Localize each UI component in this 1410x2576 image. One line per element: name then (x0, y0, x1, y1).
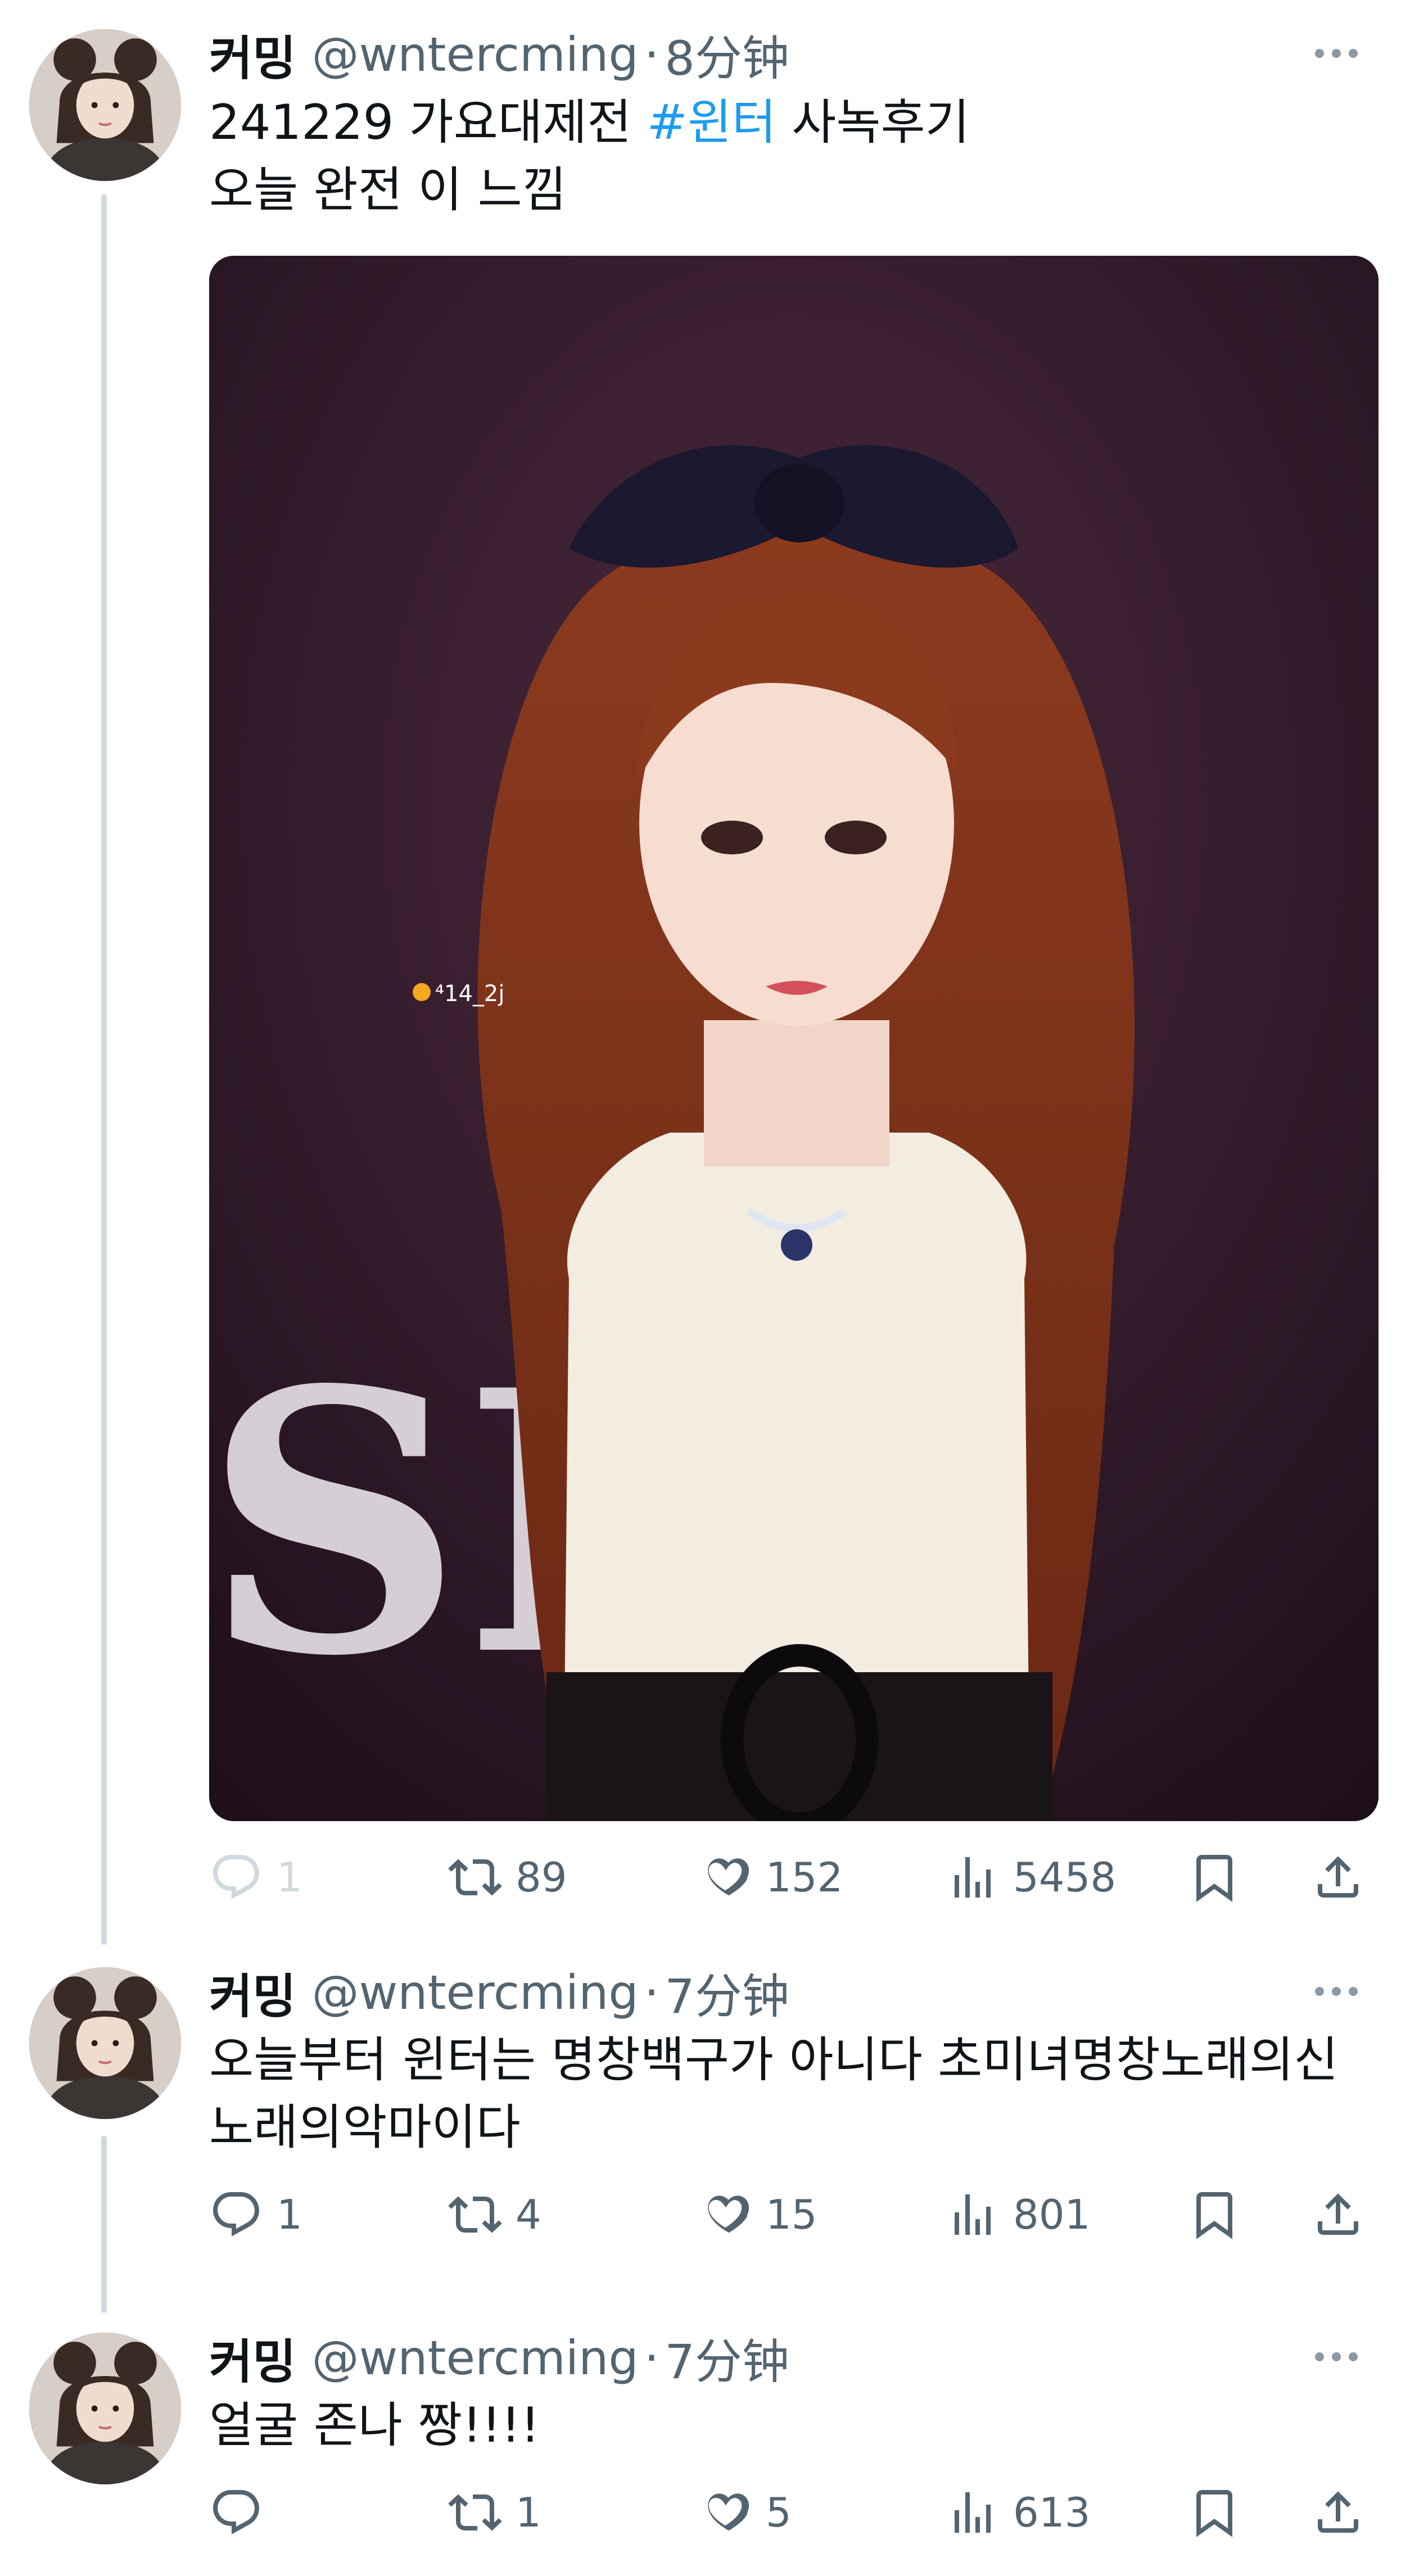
more-icon[interactable] (1300, 1963, 1373, 2020)
bookmark-button[interactable] (1187, 2479, 1241, 2546)
bookmark-icon (1187, 1850, 1241, 1904)
tweet-card[interactable]: 커밍 @wntercming · 8分钟 241229 가요대제전 #윈터 사녹… (0, 0, 1410, 1939)
tweet-photo[interactable]: SI ⁴14_2j (209, 256, 1379, 1821)
repost-icon (448, 1850, 502, 1904)
more-icon[interactable] (1300, 25, 1373, 82)
share-icon (1311, 2486, 1365, 2539)
reply-icon (209, 2188, 263, 2242)
like-count: 15 (766, 2191, 817, 2238)
hashtag-link[interactable]: #윈터 (647, 94, 776, 151)
bookmark-icon (1187, 2188, 1241, 2242)
reply-button[interactable]: 1 (209, 1844, 302, 1911)
action-bar: 1 89 152 5458 (209, 1844, 1379, 1911)
bookmark-icon (1187, 2486, 1241, 2539)
views-count: 801 (1013, 2191, 1091, 2238)
bookmark-button[interactable] (1187, 2181, 1241, 2248)
like-icon (698, 2188, 752, 2242)
display-name[interactable]: 커밍 (209, 2324, 296, 2392)
action-bar: 1 4 15 801 (209, 2181, 1379, 2248)
tweet-text-line: 오늘부터 윈터는 명창백구가 아니다 초미녀명창노래의신 (209, 2032, 1339, 2088)
like-count: 152 (766, 1854, 843, 1901)
tweet-text: 오늘부터 윈터는 명창백구가 아니다 초미녀명창노래의신 노래의악마이다 (209, 2026, 1376, 2161)
repost-count: 89 (516, 1854, 567, 1901)
share-icon (1311, 2188, 1365, 2242)
reply-icon (209, 1850, 263, 1904)
share-icon (1311, 1850, 1365, 1904)
reply-count: 1 (277, 1854, 302, 1901)
tweet-card[interactable]: 커밍 @wntercming · 7分钟 얼굴 존나 짱!!!! 1 5 613 (0, 2305, 1410, 2576)
like-button[interactable]: 152 (698, 1844, 843, 1911)
repost-icon (448, 2486, 502, 2539)
separator-dot: · (644, 27, 659, 82)
views-icon (946, 2188, 1000, 2242)
share-button[interactable] (1311, 2181, 1365, 2248)
tweet-text-line: 오늘 완전 이 느낌 (209, 162, 567, 218)
action-bar: 1 5 613 (209, 2479, 1379, 2546)
avatar[interactable] (29, 1967, 181, 2119)
bookmark-button[interactable] (1187, 1844, 1241, 1911)
repost-button[interactable]: 89 (448, 1844, 567, 1911)
reply-button[interactable] (209, 2479, 277, 2546)
share-button[interactable] (1311, 2479, 1365, 2546)
tweet-text-segment: 241229 가요대제전 (209, 94, 647, 151)
more-icon[interactable] (1300, 2329, 1373, 2385)
timestamp[interactable]: 7分钟 (665, 1959, 789, 2027)
avatar[interactable] (29, 29, 181, 181)
tweet-card[interactable]: 커밍 @wntercming · 7分钟 오늘부터 윈터는 명창백구가 아니다 … (0, 1939, 1410, 2305)
user-handle[interactable]: @wntercming (312, 1965, 639, 2020)
display-name[interactable]: 커밍 (209, 1959, 296, 2027)
timestamp[interactable]: 8分钟 (665, 21, 789, 89)
repost-count: 1 (516, 2489, 541, 2536)
repost-count: 4 (516, 2191, 541, 2238)
timestamp[interactable]: 7分钟 (665, 2324, 789, 2392)
avatar[interactable] (29, 2333, 181, 2484)
views-count: 5458 (1013, 1854, 1117, 1901)
like-button[interactable]: 15 (698, 2181, 817, 2248)
tweet-text: 241229 가요대제전 #윈터 사녹후기 오늘 완전 이 느낌 (209, 89, 1376, 224)
reply-count: 1 (277, 2191, 302, 2238)
views-button[interactable]: 5458 (946, 1844, 1116, 1911)
repost-button[interactable]: 4 (448, 2181, 541, 2248)
repost-icon (448, 2188, 502, 2242)
reply-icon (209, 2486, 263, 2539)
tweet-text-segment: 사녹후기 (776, 94, 970, 151)
tweet-header: 커밍 @wntercming · 7分钟 (209, 2327, 789, 2389)
user-handle[interactable]: @wntercming (312, 2330, 639, 2385)
like-icon (698, 2486, 752, 2539)
like-button[interactable]: 5 (698, 2479, 792, 2546)
views-button[interactable]: 613 (946, 2479, 1090, 2546)
separator-dot: · (644, 1965, 659, 2020)
tweet-text: 얼굴 존나 짱!!!! (209, 2392, 1376, 2459)
like-icon (698, 1850, 752, 1904)
separator-dot: · (644, 2330, 659, 2385)
like-count: 5 (766, 2489, 792, 2536)
views-icon (946, 1850, 1000, 1904)
tweet-text-line: 얼굴 존나 짱!!!! (209, 2397, 540, 2453)
display-name[interactable]: 커밍 (209, 21, 296, 89)
views-count: 613 (1013, 2489, 1091, 2536)
tweet-thread: 커밍 @wntercming · 8分钟 241229 가요대제전 #윈터 사녹… (0, 0, 1410, 2576)
views-button[interactable]: 801 (946, 2181, 1090, 2248)
repost-button[interactable]: 1 (448, 2479, 541, 2546)
reply-button[interactable]: 1 (209, 2181, 302, 2248)
views-icon (946, 2486, 1000, 2539)
photo-watermark: ⁴14_2j (435, 981, 505, 1007)
share-button[interactable] (1311, 1844, 1365, 1911)
tweet-text-line: 노래의악마이다 (209, 2099, 521, 2156)
user-handle[interactable]: @wntercming (312, 27, 639, 82)
tweet-header: 커밍 @wntercming · 8分钟 (209, 24, 789, 86)
tweet-header: 커밍 @wntercming · 7分钟 (209, 1962, 789, 2024)
